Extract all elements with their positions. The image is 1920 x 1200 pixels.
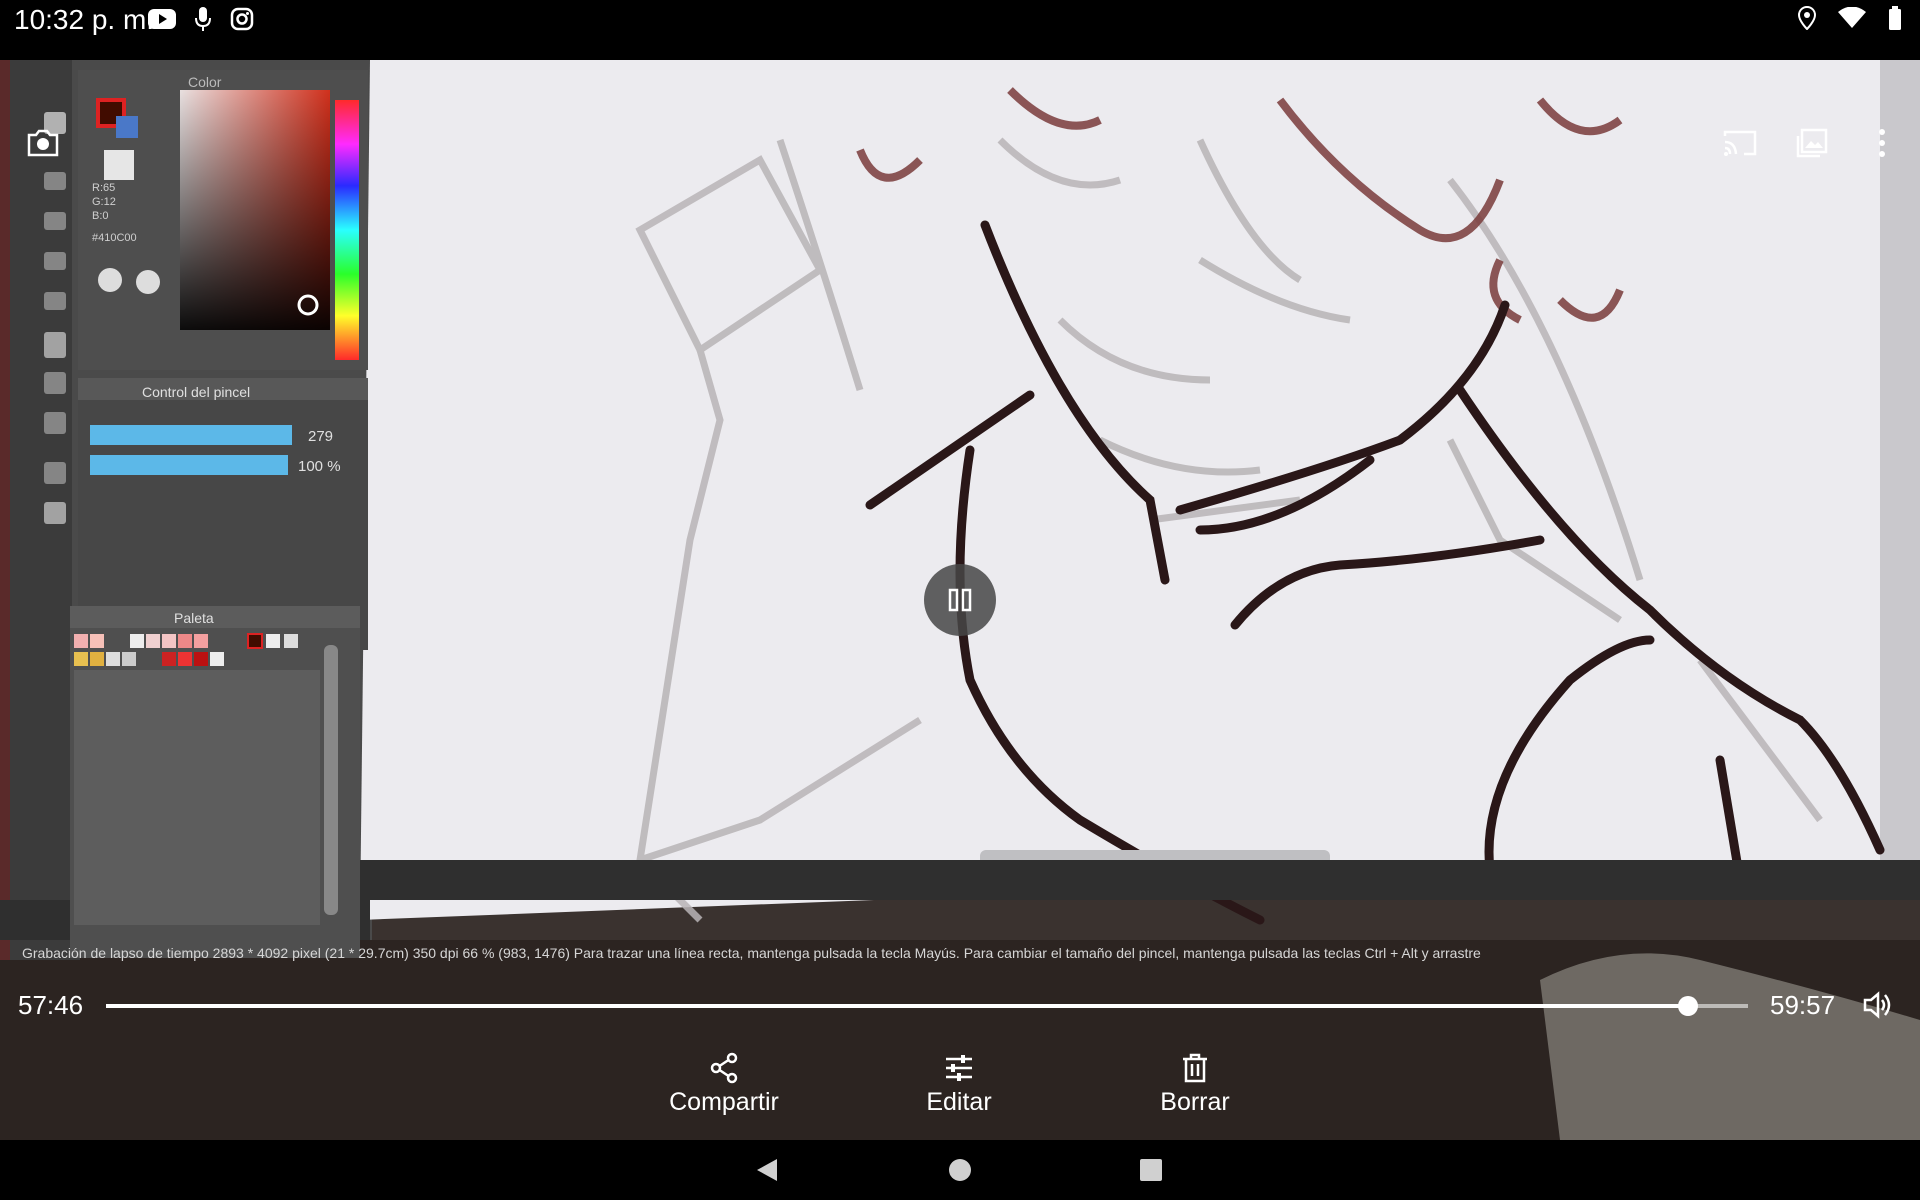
mic-icon [194,6,212,37]
navigation-bar [0,1140,1920,1200]
recents-icon [1140,1159,1162,1181]
home-icon [949,1159,971,1181]
share-label: Compartir [669,1088,779,1116]
delete-button[interactable]: Borrar [1110,1052,1280,1117]
trash-icon [1183,1053,1207,1083]
share-button[interactable]: Compartir [639,1052,809,1117]
color-hex-value: #410C00 [92,232,137,244]
status-time: 10:32 p. m. [14,4,155,35]
recents-button[interactable] [1121,1140,1181,1200]
seek-bar-fill [106,1004,1689,1008]
instagram-icon [230,7,254,36]
youtube-icon [148,8,176,35]
edit-button[interactable]: Editar [874,1052,1044,1117]
color-g-value: G:12 [92,196,116,208]
color-r-value: R:65 [92,182,116,194]
edit-label: Editar [926,1088,992,1116]
app-status-text: Grabación de lapso de tiempo 2893 * 4092… [22,945,1481,961]
battery-icon [1888,6,1902,35]
color-panel-title: Color [188,74,222,90]
color-b-value: B:0 [92,210,109,222]
location-icon [1797,5,1817,35]
camera-icon[interactable] [26,128,60,163]
seek-bar[interactable] [106,996,1748,1016]
total-time: 59:57 [1770,990,1836,1020]
gallery-icon[interactable] [1796,128,1828,163]
share-icon [710,1052,738,1084]
more-vert-icon[interactable] [1876,128,1888,163]
brush-panel-title: Control del pincel [142,384,251,400]
current-time: 57:46 [18,990,84,1020]
volume-icon[interactable] [1862,990,1894,1025]
wifi-icon [1838,6,1866,34]
brush-opacity-value: 100 % [298,458,341,475]
pause-icon [948,588,972,612]
pause-button[interactable] [924,564,996,636]
home-button[interactable] [930,1140,990,1200]
back-button[interactable] [737,1140,797,1200]
brush-size-value: 279 [308,428,334,445]
cast-icon[interactable] [1722,128,1758,163]
tune-icon [946,1055,972,1081]
seek-bar-thumb[interactable] [1678,996,1699,1016]
back-icon [757,1159,777,1181]
palette-title: Paleta [174,610,214,626]
status-bar: 10:32 p. m. [0,0,1920,60]
delete-label: Borrar [1160,1088,1230,1116]
